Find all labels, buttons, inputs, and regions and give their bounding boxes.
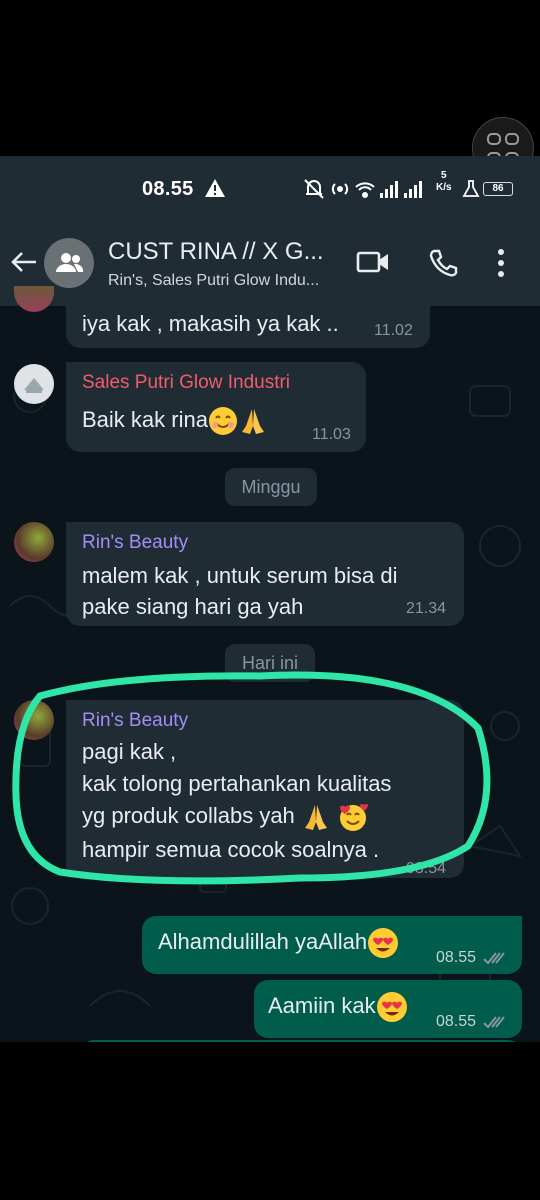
phone-screen: 08.55 5 K/s 86 CUST RINA // X G... Rin's…	[0, 156, 540, 1042]
grid-cell	[505, 132, 519, 145]
highlight-annotation	[12, 671, 491, 885]
grid-cell	[487, 132, 501, 145]
